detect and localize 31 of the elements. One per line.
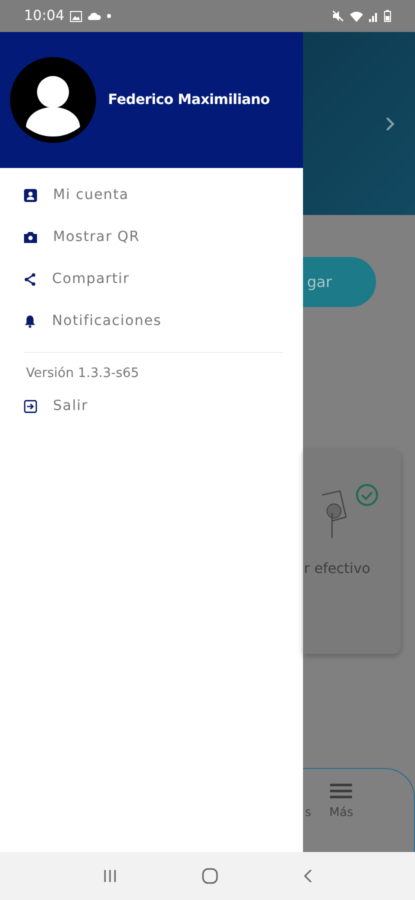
cloud-icon (88, 12, 102, 20)
menu-item[interactable]: Compartir (0, 258, 303, 300)
menu-item[interactable]: Notificaciones (0, 300, 303, 342)
nav-item[interactable]: Más (321, 783, 354, 819)
signal-icon (369, 10, 378, 22)
menu-item[interactable]: Mostrar QR (0, 216, 303, 258)
camera-icon (24, 231, 37, 243)
share-icon (24, 272, 36, 286)
pay-button[interactable]: gar (303, 257, 376, 307)
status-time: 10:04 (24, 8, 64, 24)
menu-icon (330, 783, 352, 799)
chevron-right-icon[interactable] (385, 116, 395, 132)
nav-item[interactable]: s (303, 783, 312, 819)
home-icon[interactable] (202, 868, 218, 884)
card-label: r efectivo (303, 561, 370, 577)
menu-item[interactable]: Salir (0, 385, 303, 427)
payment-card[interactable]: r efectivo (303, 449, 401, 654)
menu-item[interactable]: Mi cuenta (0, 174, 303, 216)
avatar-icon (10, 57, 96, 143)
mute-icon (332, 10, 344, 22)
notification-dot-icon (107, 14, 112, 18)
user-name: Federico Maximiliano (108, 92, 270, 108)
exit-icon (24, 400, 37, 412)
back-icon[interactable] (302, 868, 312, 884)
wifi-icon (350, 10, 363, 22)
battery-icon (384, 10, 391, 22)
recent-apps-icon[interactable] (102, 869, 116, 883)
bell-icon (24, 314, 36, 328)
account-icon (24, 188, 37, 202)
version-label: Versión 1.3.3-s65 (25, 365, 140, 383)
gallery-icon (70, 10, 82, 22)
